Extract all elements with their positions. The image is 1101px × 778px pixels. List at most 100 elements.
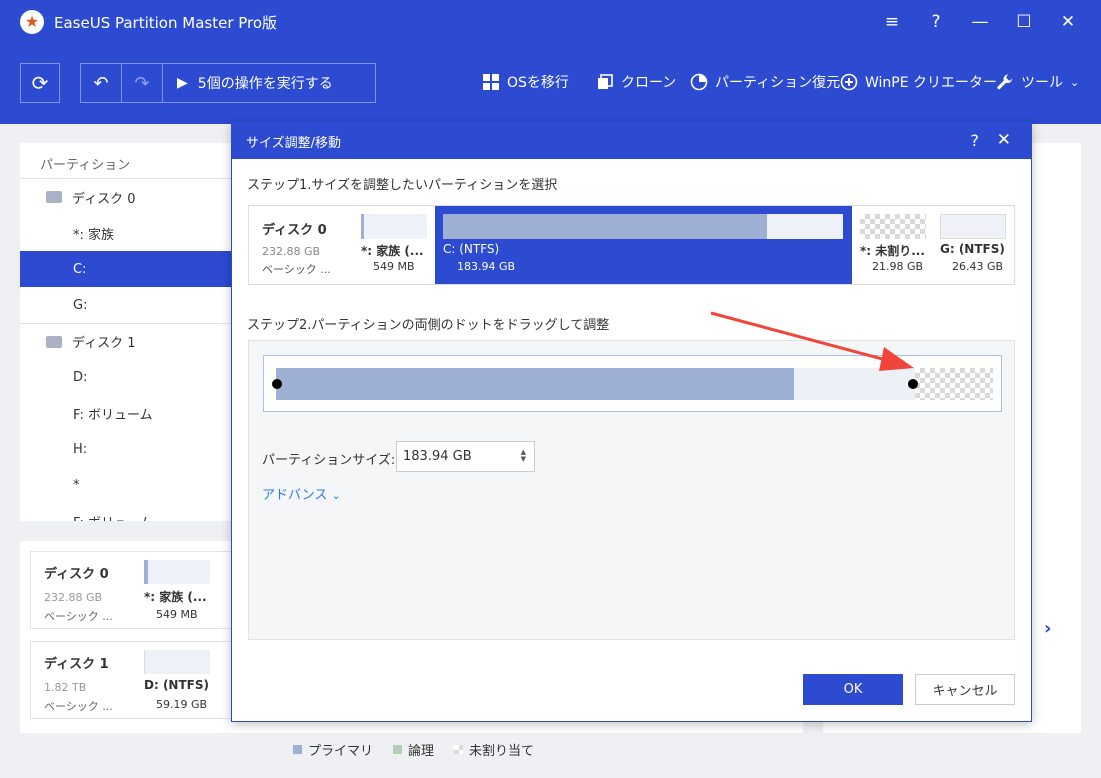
- list-item-label: *: 家族: [73, 227, 115, 243]
- disk-size: 1.82 TB: [44, 681, 87, 694]
- minimize-button[interactable]: —: [966, 8, 994, 36]
- clone-button[interactable]: クローン: [596, 72, 676, 92]
- plus-circle-icon: [840, 73, 858, 91]
- partition-cell[interactable]: G: (NTFS) 26.43 GB: [932, 206, 1016, 284]
- partition-name: *: 家族 (...: [144, 590, 207, 604]
- disk-size: 232.88 GB: [262, 245, 321, 258]
- dialog-title: サイズ調整/移動: [246, 135, 341, 151]
- disk-icon: [46, 191, 62, 203]
- partition-bar: [144, 650, 210, 674]
- step1-label: ステップ1.サイズを調整したいパーティションを選択: [247, 178, 558, 193]
- list-item-partition[interactable]: G:: [20, 287, 235, 323]
- tools-button[interactable]: ツール ⌄: [996, 72, 1079, 92]
- close-icon[interactable]: ✕: [997, 130, 1011, 150]
- partition-name: G: (NTFS): [940, 242, 1005, 256]
- step2-label: ステップ2.パーティションの両側のドットをドラッグして調整: [247, 318, 610, 333]
- wrench-icon: [996, 73, 1014, 91]
- disk-icon: [46, 335, 62, 348]
- primary-swatch: [293, 745, 302, 754]
- unallocated-bar: [860, 214, 926, 239]
- cancel-button[interactable]: キャンセル: [915, 674, 1015, 705]
- app-logo-icon: ★: [20, 10, 44, 34]
- list-item-label: ディスク 1: [72, 336, 136, 351]
- left-resize-handle[interactable]: [272, 379, 282, 389]
- partition-cell[interactable]: *: 未割り... 21.98 GB: [852, 206, 932, 284]
- list-item-label: ディスク 0: [72, 191, 136, 207]
- partition-bar: [443, 214, 843, 239]
- spinner-arrows[interactable]: ▲ ▼: [521, 449, 526, 463]
- list-item-label: C:: [73, 261, 87, 277]
- disk-size: 232.88 GB: [44, 591, 103, 604]
- disk-card[interactable]: ディスク 0 232.88 GB ベーシック ... *: 家族 (... 54…: [30, 551, 240, 629]
- right-resize-handle[interactable]: [908, 379, 918, 389]
- os-migrate-button[interactable]: OSを移行: [482, 72, 569, 92]
- legend: プライマリ 論理 未割り当て: [293, 740, 534, 759]
- title-bar: ★ EaseUS Partition Master Pro版 ≡ ? — ☐ ✕: [0, 0, 1101, 44]
- partition-size: 26.43 GB: [952, 260, 1004, 273]
- partition-bar: [144, 560, 210, 584]
- redo-button[interactable]: ↷: [122, 64, 163, 102]
- menu-icon[interactable]: ≡: [878, 8, 906, 36]
- list-item-label: H:: [73, 441, 88, 457]
- disk-partition-strip: ディスク 0 232.88 GB ベーシック ... *: 家族 (... 54…: [248, 205, 1015, 285]
- app-title: EaseUS Partition Master Pro版: [54, 14, 278, 32]
- advanced-label: アドバンス: [262, 488, 328, 503]
- partition-name: *: 未割り...: [860, 244, 925, 258]
- help-icon[interactable]: ?: [971, 131, 980, 150]
- partition-cell[interactable]: *: 家族 (... 549 MB: [359, 206, 435, 284]
- disk-name: ディスク 0: [44, 567, 109, 582]
- os-migrate-label: OSを移行: [507, 75, 569, 91]
- unallocated-block: [915, 368, 993, 400]
- partition-list-panel: パーティション ディスク 0 *: 家族 C: G: ディスク 1 D: F: …: [20, 143, 235, 521]
- chevron-down-icon: ⌄: [331, 489, 341, 502]
- disk-card[interactable]: ディスク 1 1.82 TB ベーシック ... D: (NTFS) 59.19…: [30, 641, 240, 719]
- partition-size-input[interactable]: 183.94 GB ▲ ▼: [396, 441, 535, 472]
- resize-area: パーティションサイズ: 183.94 GB ▲ ▼ アドバンス ⌄: [248, 340, 1015, 640]
- undo-icon: ↶: [93, 72, 109, 94]
- partition-bar-fill: [443, 214, 767, 239]
- list-item-partition[interactable]: D:: [20, 359, 235, 395]
- execute-button[interactable]: ▶ 5個の操作を実行する: [163, 64, 375, 102]
- partition-size-value: 183.94 GB: [403, 449, 472, 464]
- winpe-button[interactable]: WinPE クリエーター: [840, 72, 997, 92]
- chevron-down-icon: ⌄: [1070, 75, 1080, 89]
- list-item-partition-selected[interactable]: C:: [20, 251, 235, 287]
- maximize-button[interactable]: ☐: [1010, 8, 1038, 36]
- legend-logical: 論理: [393, 740, 434, 759]
- list-item-partition[interactable]: F: ボリューム: [20, 503, 235, 522]
- list-item-disk-1[interactable]: ディスク 1: [20, 323, 235, 359]
- list-item-partition[interactable]: F: ボリューム: [20, 395, 235, 431]
- refresh-button[interactable]: ⟳: [20, 63, 60, 103]
- legend-label: 未割り当て: [469, 744, 535, 759]
- partition-list-header: パーティション: [20, 143, 235, 179]
- help-icon[interactable]: ?: [922, 8, 950, 36]
- list-item-disk-0[interactable]: ディスク 0: [20, 179, 235, 215]
- list-item-partition[interactable]: *: [20, 467, 235, 503]
- resize-move-dialog: サイズ調整/移動 ? ✕ ステップ1.サイズを調整したいパーティションを選択 デ…: [231, 122, 1032, 722]
- winpe-label: WinPE クリエーター: [865, 75, 998, 91]
- advanced-link[interactable]: アドバンス ⌄: [262, 484, 341, 503]
- partition-size: 183.94 GB: [457, 260, 516, 273]
- list-item-label: D:: [73, 369, 88, 385]
- legend-label: プライマリ: [308, 744, 374, 759]
- partition-size-label: パーティションサイズ:: [262, 453, 396, 468]
- resize-track[interactable]: [263, 355, 1002, 412]
- disk-info: ディスク 0 232.88 GB ベーシック ...: [249, 206, 359, 284]
- ok-button[interactable]: OK: [803, 674, 903, 705]
- disk-name: ディスク 0: [262, 223, 327, 238]
- chevron-right-icon[interactable]: ›: [1044, 618, 1051, 639]
- redo-icon: ↷: [134, 72, 150, 94]
- partition-block[interactable]: [276, 368, 915, 400]
- partition-name: *: 家族 (...: [361, 244, 424, 258]
- close-button[interactable]: ✕: [1054, 8, 1082, 36]
- clone-icon: [596, 73, 614, 91]
- toolbar: ⟳ ↶ ↷ ▶ 5個の操作を実行する OSを移行 クローン パーティション復元 …: [0, 44, 1101, 124]
- partition-bar: [940, 214, 1006, 239]
- partition-recovery-button[interactable]: パーティション復元: [690, 72, 840, 92]
- legend-label: 論理: [408, 744, 435, 759]
- undo-button[interactable]: ↶: [81, 64, 122, 102]
- partition-cell-selected[interactable]: C: (NTFS) 183.94 GB: [435, 206, 852, 284]
- list-item-partition[interactable]: *: 家族: [20, 215, 235, 251]
- partition-recovery-label: パーティション復元: [715, 75, 841, 91]
- list-item-partition[interactable]: H:: [20, 431, 235, 467]
